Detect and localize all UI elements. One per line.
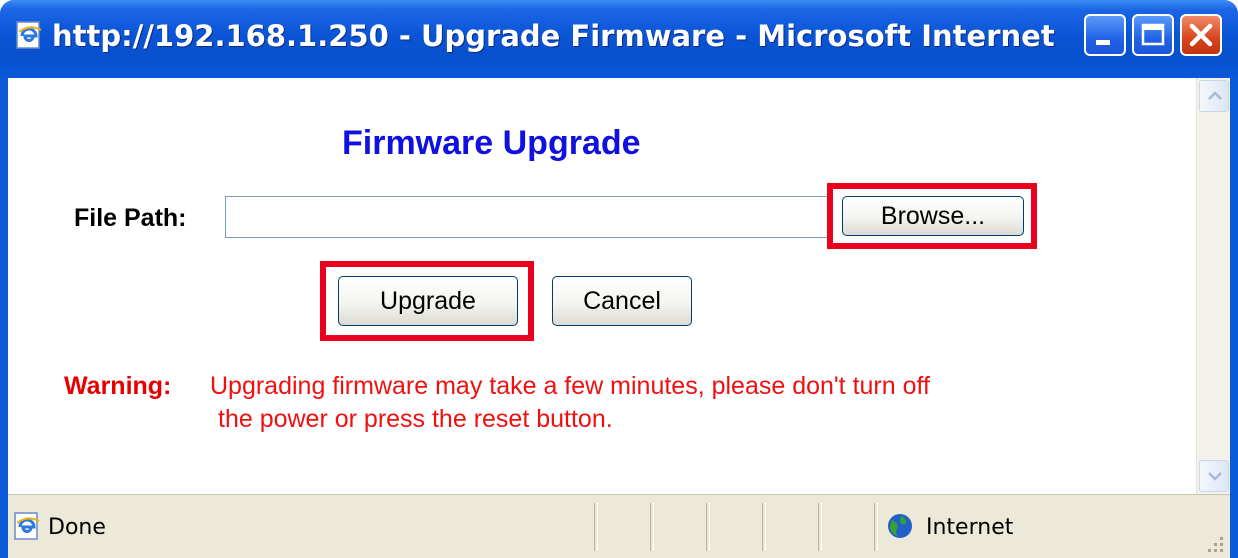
file-path-input[interactable] <box>225 196 831 238</box>
ie-page-icon <box>14 512 40 540</box>
file-path-label: File Path: <box>74 204 187 232</box>
status-divider <box>650 503 654 551</box>
status-divider <box>594 503 598 551</box>
globe-icon <box>888 514 912 538</box>
page-content: Firmware Upgrade File Path: Browse... Up… <box>8 78 1230 494</box>
warning-message: Upgrading firmware may take a few minute… <box>210 370 1090 436</box>
minimize-icon <box>1096 40 1110 45</box>
vertical-scrollbar[interactable] <box>1196 78 1230 494</box>
ie-page-icon <box>16 21 42 49</box>
status-divider <box>874 503 878 551</box>
browser-window: http://192.168.1.250 - Upgrade Firmware … <box>0 0 1238 558</box>
warning-line-2: the power or press the reset button. <box>218 405 613 433</box>
close-icon <box>1189 23 1213 47</box>
window-title: http://192.168.1.250 - Upgrade Firmware … <box>52 19 1062 53</box>
browse-button[interactable]: Browse... <box>842 196 1024 236</box>
chevron-down-icon <box>1208 472 1222 481</box>
status-divider <box>762 503 766 551</box>
resize-grip-icon[interactable] <box>1202 531 1226 555</box>
close-button[interactable] <box>1180 14 1222 56</box>
page-title: Firmware Upgrade <box>342 124 641 162</box>
cancel-button[interactable]: Cancel <box>552 276 692 326</box>
minimize-button[interactable] <box>1084 14 1126 56</box>
title-bar[interactable]: http://192.168.1.250 - Upgrade Firmware … <box>0 0 1238 78</box>
warning-line-1: Upgrading firmware may take a few minute… <box>210 372 930 400</box>
warning-label: Warning: <box>64 372 172 400</box>
status-divider <box>818 503 822 551</box>
security-zone-text: Internet <box>926 515 1014 540</box>
upgrade-button[interactable]: Upgrade <box>338 276 518 326</box>
status-bar: Done Internet <box>8 494 1230 558</box>
scroll-up-button[interactable] <box>1199 80 1229 112</box>
status-text: Done <box>48 515 106 540</box>
status-divider <box>706 503 710 551</box>
maximize-button[interactable] <box>1132 14 1174 56</box>
maximize-icon <box>1141 23 1165 46</box>
scroll-down-button[interactable] <box>1199 460 1229 492</box>
chevron-up-icon <box>1208 91 1222 100</box>
